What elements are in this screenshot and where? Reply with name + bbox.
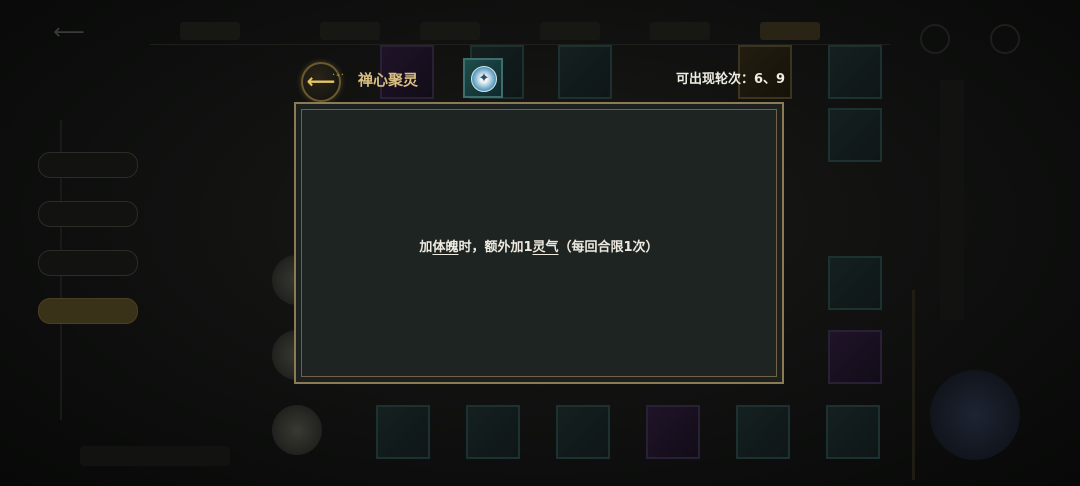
- background-bottom-bar: [80, 446, 230, 466]
- keyword-spirit-energy[interactable]: 灵气: [533, 240, 559, 255]
- description-text: 加: [419, 240, 433, 255]
- skill-title: 禅心聚灵: [358, 71, 419, 89]
- background-right-column: [940, 80, 964, 320]
- background-back-icon: ⟵: [53, 20, 85, 45]
- background-card: [736, 405, 790, 459]
- background-card: [828, 330, 882, 384]
- background-thumb: [272, 405, 322, 455]
- background-right-line: [912, 290, 915, 480]
- skill-description: 加体魄时，额外加1灵气（每回合限1次）: [302, 238, 776, 258]
- background-tab: [180, 22, 240, 40]
- keyword-physique[interactable]: 体魄: [432, 240, 458, 255]
- back-arrow-icon[interactable]: ⟵: [301, 62, 341, 102]
- arrow-decoration: ·-·: [332, 70, 345, 81]
- panel-inner-frame: 加体魄时，额外加1灵气（每回合限1次）: [301, 109, 777, 377]
- background-side-button: [38, 201, 138, 227]
- background-card: [828, 108, 882, 162]
- background-side-button-active: [38, 298, 138, 324]
- description-text: （每回合限1次）: [558, 240, 659, 255]
- background-side-button: [38, 152, 138, 178]
- spirit-orb-icon: ✦: [463, 58, 503, 98]
- background-card: [376, 405, 430, 459]
- background-tab: [420, 22, 480, 40]
- background-card: [558, 45, 612, 99]
- background-card: [826, 405, 880, 459]
- skill-description-panel: 加体魄时，额外加1灵气（每回合限1次）: [294, 102, 784, 384]
- background-card: [646, 405, 700, 459]
- available-rounds-label: 可出现轮次：6、9: [676, 72, 786, 87]
- background-portrait: [930, 370, 1020, 460]
- background-tab: [760, 22, 820, 40]
- background-card: [466, 405, 520, 459]
- background-card: [556, 405, 610, 459]
- description-text: 时，额外加1: [458, 240, 533, 255]
- background-side-button: [38, 250, 138, 276]
- background-tab: [650, 22, 710, 40]
- background-search-icon: [920, 24, 950, 54]
- background-card: [828, 256, 882, 310]
- background-settings-icon: [990, 24, 1020, 54]
- background-tab: [320, 22, 380, 40]
- background-card: [828, 45, 882, 99]
- background-tab: [540, 22, 600, 40]
